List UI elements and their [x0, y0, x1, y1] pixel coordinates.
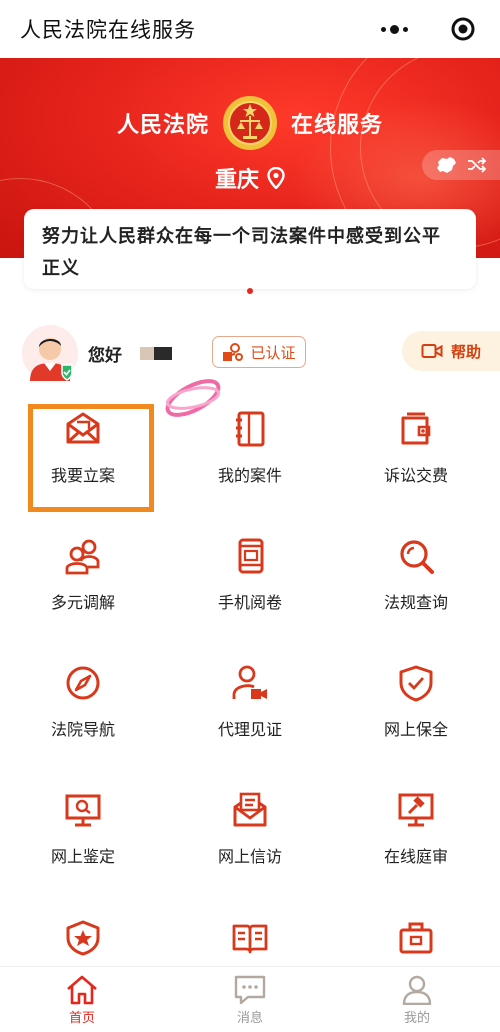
verified-person-icon	[223, 343, 244, 362]
service-item[interactable]: 在线庭审	[333, 781, 499, 906]
shield-check-icon	[399, 665, 433, 702]
tab-messages[interactable]: 消息	[210, 975, 290, 1026]
service-item[interactable]: 代理见证	[167, 654, 333, 779]
verified-badge[interactable]: 已认证	[212, 336, 306, 368]
capsule-menu	[374, 12, 478, 46]
service-label: 诉讼交费	[383, 466, 448, 485]
greeting-text: 您好	[88, 346, 122, 366]
service-label: 代理见证	[217, 720, 282, 739]
close-target-icon[interactable]	[448, 14, 478, 44]
tab-label: 首页	[68, 1011, 95, 1026]
more-options-icon[interactable]	[374, 14, 414, 44]
user-row: 您好 已认证 帮助	[0, 322, 500, 382]
avatar[interactable]	[22, 325, 78, 381]
compass-icon	[66, 666, 100, 700]
service-item[interactable]: 手机阅卷	[167, 527, 333, 652]
people-icon	[65, 539, 100, 575]
service-label: 网上信访	[217, 847, 282, 866]
briefcase-icon	[399, 922, 433, 954]
service-label: 法院导航	[50, 720, 115, 739]
video-person-icon	[232, 665, 267, 699]
letter-icon	[233, 792, 267, 827]
search-icon	[400, 540, 434, 574]
banner-brand: 人民法院 在线服务	[0, 88, 500, 158]
service-label: 法规查询	[383, 593, 448, 612]
motto-text: 努力让人民群众在每一个司法案件中感受到公平正义	[42, 226, 441, 279]
brand-right-text: 在线服务	[291, 113, 384, 138]
app-title: 人民法院在线服务	[20, 18, 196, 42]
service-item[interactable]: 网上鉴定	[0, 781, 166, 906]
service-item[interactable]: 多元调解	[0, 527, 166, 652]
city-name: 重庆	[214, 168, 259, 193]
message-icon	[234, 975, 266, 1005]
video-camera-icon	[421, 344, 443, 358]
region-switch-button[interactable]	[422, 150, 500, 180]
wallet-icon	[401, 412, 431, 445]
verified-label: 已认证	[250, 343, 296, 362]
tab-mine[interactable]: 我的	[377, 975, 457, 1026]
title-bar: 人民法院在线服务	[0, 0, 500, 58]
masked-username	[140, 347, 172, 360]
home-icon	[67, 975, 97, 1005]
selection-highlight	[28, 404, 154, 512]
bottom-tab-bar: 首页 消息 我的	[0, 966, 500, 1032]
person-icon	[402, 975, 432, 1005]
notebook-icon	[236, 411, 265, 447]
service-item[interactable]: 法规查询	[333, 527, 499, 652]
shuffle-icon	[468, 157, 487, 173]
court-emblem-icon	[223, 96, 277, 150]
tab-label: 消息	[236, 1011, 263, 1026]
service-item[interactable]: 网上保全	[333, 654, 499, 779]
china-map-icon	[437, 157, 456, 173]
help-button[interactable]: 帮助	[402, 331, 500, 371]
tab-home[interactable]: 首页	[42, 975, 122, 1026]
phone-icon	[238, 538, 264, 574]
motto-card: 努力让人民群众在每一个司法案件中感受到公平正义	[24, 209, 476, 289]
service-label: 我的案件	[217, 466, 282, 485]
brand-left-text: 人民法院	[116, 113, 209, 138]
gavel-screen-icon	[398, 793, 434, 827]
location-pin-icon	[267, 167, 285, 189]
star-badge-icon	[66, 920, 100, 956]
service-label: 网上鉴定	[50, 847, 115, 866]
book-icon	[232, 924, 268, 954]
service-item[interactable]: 网上信访	[167, 781, 333, 906]
tab-label: 我的	[403, 1011, 430, 1026]
service-label: 手机阅卷	[217, 593, 282, 612]
service-item[interactable]: 法院导航	[0, 654, 166, 779]
monitor-search-icon	[65, 794, 101, 827]
help-label: 帮助	[450, 342, 481, 361]
service-label: 多元调解	[50, 593, 115, 612]
service-item[interactable]: 诉讼交费	[333, 400, 499, 525]
service-label: 在线庭审	[383, 847, 448, 866]
service-label: 网上保全	[383, 720, 448, 739]
carousel-indicator	[247, 288, 253, 294]
service-item[interactable]: 我的案件	[167, 400, 333, 525]
